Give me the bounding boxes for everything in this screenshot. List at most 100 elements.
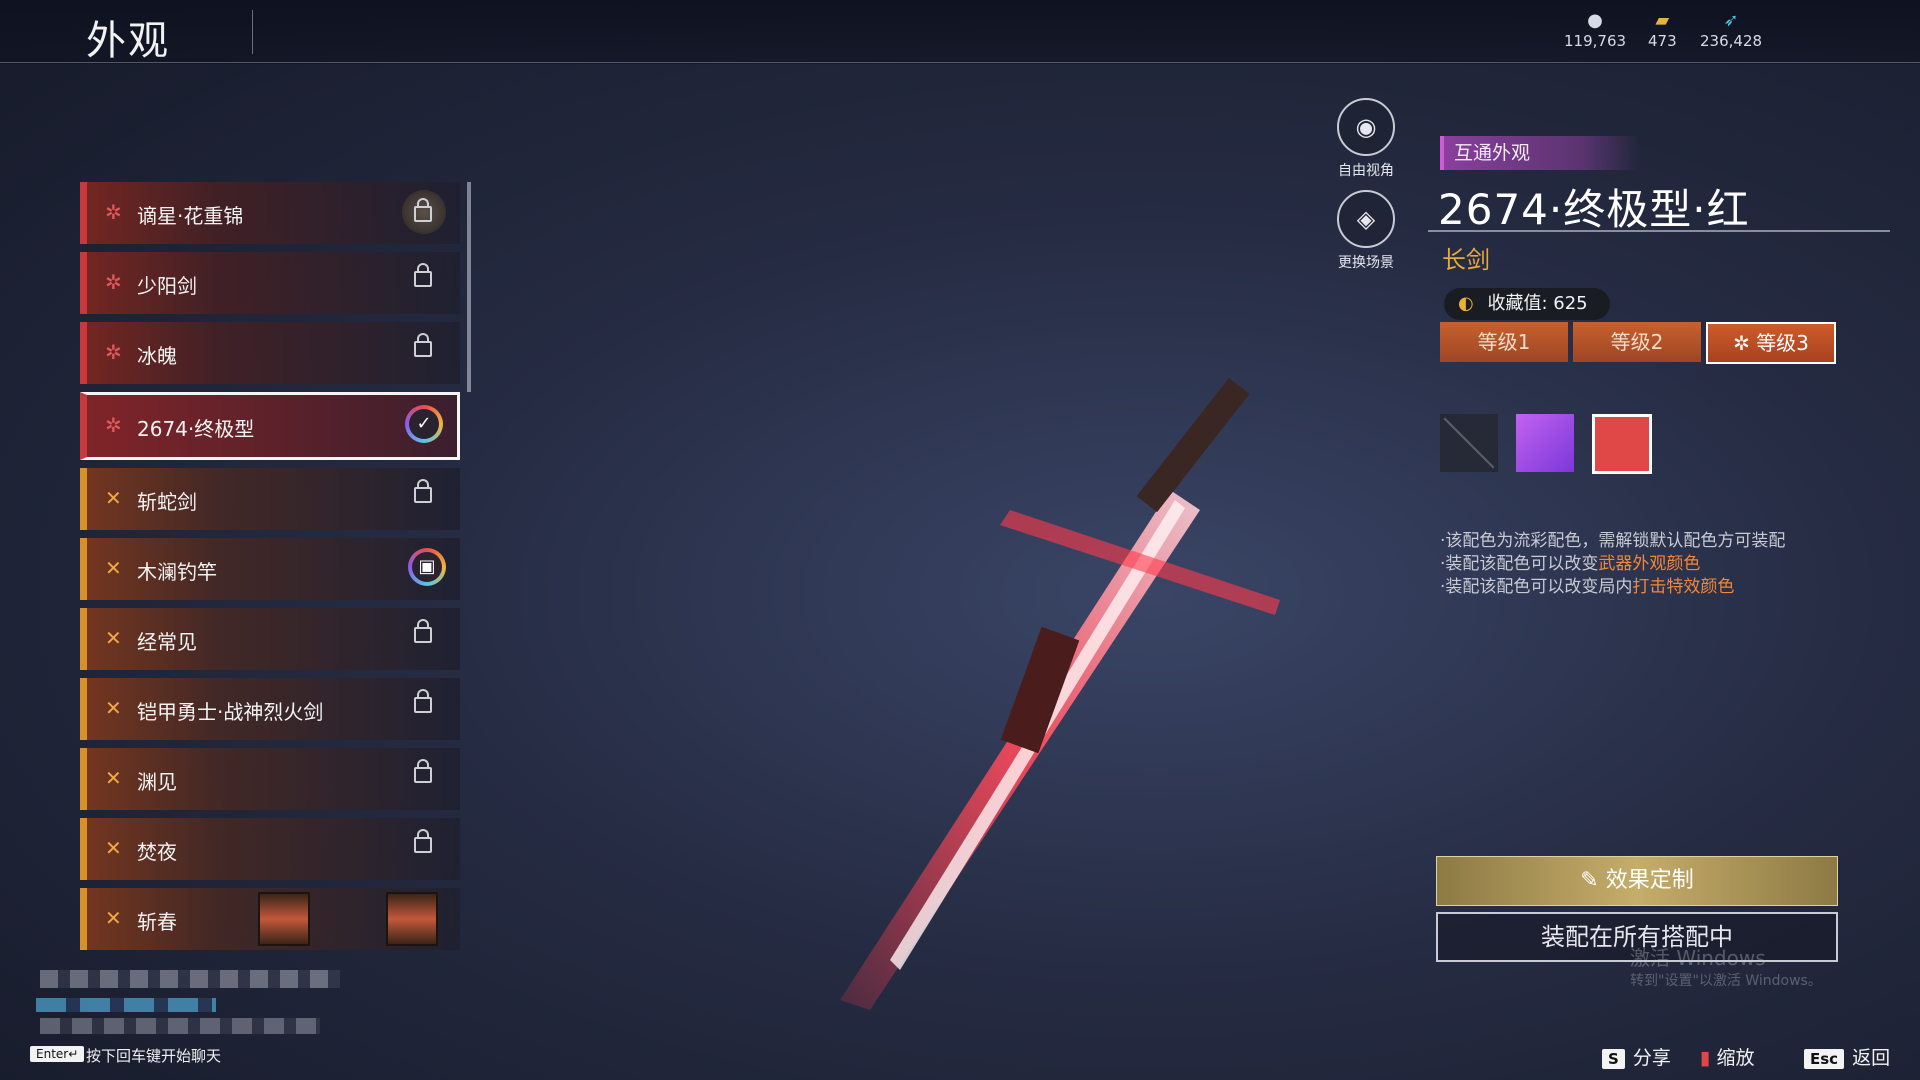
lock-icon xyxy=(414,198,432,222)
currency-feathers: ➶ 236,428 xyxy=(1700,10,1762,50)
zoom-label: 缩放 xyxy=(1716,1047,1755,1069)
lock-icon xyxy=(414,829,432,853)
top-bar xyxy=(0,0,1920,64)
tab-level-3[interactable]: ✲ 等级3 xyxy=(1706,322,1836,364)
note-highlight: 打击特效颜色 xyxy=(1632,577,1735,597)
collection-icon: ◐ xyxy=(1458,293,1474,314)
cross-star-icon: ✕ xyxy=(105,906,122,930)
tab-level-3-label: 等级3 xyxy=(1756,331,1809,355)
item-type: 长剑 xyxy=(1442,246,1490,274)
list-item[interactable]: ✲ 谪星·花重锦 xyxy=(80,182,460,244)
tab-level-2[interactable]: 等级2 xyxy=(1573,322,1701,362)
share-label: 分享 xyxy=(1632,1047,1671,1069)
cross-star-icon: ✕ xyxy=(105,836,122,860)
list-item-label: 斩蛇剑 xyxy=(137,490,197,514)
scene-icon: ◈ xyxy=(1337,190,1395,248)
star-icon: ✲ xyxy=(105,413,122,437)
list-item-selected[interactable]: ✲ 2674·终极型 ✓ xyxy=(80,392,460,460)
lock-icon xyxy=(414,479,432,503)
list-scrollbar[interactable] xyxy=(467,182,471,392)
list-item-label: 经常见 xyxy=(137,630,197,654)
mouse-icon: ▮ xyxy=(1700,1047,1717,1069)
currency-coins: ● 119,763 xyxy=(1564,10,1626,50)
note-highlight: 武器外观颜色 xyxy=(1598,554,1701,574)
zoom-hotkey[interactable]: ▮ 缩放 xyxy=(1700,1043,1755,1070)
list-item-label: 2674·终极型 xyxy=(137,417,255,441)
coin-icon: ● xyxy=(1587,10,1603,31)
list-item[interactable]: ✲ 少阳剑 xyxy=(80,252,460,314)
list-item[interactable]: ✕ 经常见 xyxy=(80,608,460,670)
check-ring-icon: ✓ xyxy=(405,405,443,443)
change-scene-label: 更换场景 xyxy=(1338,255,1394,271)
check-icon: ✓ xyxy=(409,409,439,439)
item-name: 2674·终极型·红 xyxy=(1438,185,1750,234)
camera-icon: ◉ xyxy=(1337,98,1395,156)
cross-star-icon: ✕ xyxy=(105,626,122,650)
star-icon: ✲ xyxy=(105,340,122,364)
list-item[interactable]: ✕ 焚夜 xyxy=(80,818,460,880)
note-line: ·装配该配色可以改变局内打击特效颜色 xyxy=(1440,576,1785,599)
tab-level-1[interactable]: 等级1 xyxy=(1440,322,1568,362)
star-icon: ✲ xyxy=(105,200,122,224)
lantern-icon xyxy=(386,892,438,946)
currency-value: 119,763 xyxy=(1564,32,1627,50)
lantern-icon xyxy=(258,892,310,946)
swatch-purple[interactable] xyxy=(1516,414,1574,472)
sword-preview[interactable] xyxy=(780,340,1400,1020)
list-item-label: 铠甲勇士·战神烈火剑 xyxy=(137,700,324,724)
back-label: 返回 xyxy=(1852,1047,1891,1069)
currency-value: 473 xyxy=(1648,32,1677,50)
appearance-list[interactable]: ✲ 谪星·花重锦 ✲ 少阳剑 ✲ 冰魄 ✲ 2674·终极型 ✓ ✕ 斩蛇剑 ✕… xyxy=(80,182,460,958)
chat-hint: 按下回车键开始聊天 xyxy=(86,1047,222,1065)
title-separator xyxy=(252,10,253,54)
activation-watermark: 激活 Windows xyxy=(1630,946,1766,970)
key-s: S xyxy=(1602,1049,1625,1069)
back-hotkey[interactable]: Esc 返回 xyxy=(1804,1043,1890,1070)
currency-tickets: ▰ 473 xyxy=(1648,10,1677,50)
badge-icon xyxy=(402,190,446,234)
activation-watermark-sub: 转到"设置"以激活 Windows。 xyxy=(1630,973,1822,989)
share-hotkey[interactable]: S 分享 xyxy=(1602,1043,1671,1070)
cross-star-icon: ✕ xyxy=(105,486,122,510)
lock-icon: ▣ xyxy=(412,552,442,582)
cross-star-icon: ✕ xyxy=(105,766,122,790)
note-line: ·该配色为流彩配色，需解锁默认配色方可装配 xyxy=(1440,530,1785,553)
lock-icon xyxy=(414,689,432,713)
list-item[interactable]: ✕ 木澜钓竿 ▣ xyxy=(80,538,460,600)
chat-line-blurred xyxy=(40,1018,320,1034)
collection-text: 收藏值: 625 xyxy=(1487,293,1588,314)
change-scene-button[interactable]: ◈ 更换场景 xyxy=(1321,190,1411,272)
star-icon: ✲ xyxy=(105,270,122,294)
cross-star-icon: ✕ xyxy=(105,556,122,580)
feather-icon: ➶ xyxy=(1723,10,1739,31)
swatch-red-selected[interactable] xyxy=(1592,414,1652,474)
lock-icon xyxy=(414,759,432,783)
page-title: 外观 xyxy=(86,18,170,64)
name-divider xyxy=(1428,230,1890,232)
list-item[interactable]: ✕ 斩春 xyxy=(80,888,460,950)
enter-key-icon: Enter↵ xyxy=(30,1046,85,1062)
list-item[interactable]: ✕ 斩蛇剑 xyxy=(80,468,460,530)
list-item[interactable]: ✲ 冰魄 xyxy=(80,322,460,384)
list-item-label: 谪星·花重锦 xyxy=(137,204,244,228)
note-text: ·装配该配色可以改变 xyxy=(1440,554,1599,574)
swatch-none[interactable] xyxy=(1440,414,1498,472)
list-item[interactable]: ✕ 铠甲勇士·战神烈火剑 xyxy=(80,678,460,740)
ticket-icon: ▰ xyxy=(1655,10,1670,31)
free-view-label: 自由视角 xyxy=(1338,163,1394,179)
list-item[interactable]: ✕ 渊见 xyxy=(80,748,460,810)
collection-value: ◐ 收藏值: 625 xyxy=(1444,288,1610,320)
free-view-button[interactable]: ◉ 自由视角 xyxy=(1321,98,1411,180)
chat-line-blurred xyxy=(36,998,216,1012)
color-notes: ·该配色为流彩配色，需解锁默认配色方可装配 ·装配该配色可以改变武器外观颜色 ·… xyxy=(1440,530,1785,599)
lock-icon xyxy=(414,619,432,643)
effect-custom-button[interactable]: ✎ 效果定制 xyxy=(1436,856,1838,906)
brush-icon: ✎ xyxy=(1580,868,1606,893)
note-line: ·装配该配色可以改变武器外观颜色 xyxy=(1440,553,1785,576)
list-item-label: 焚夜 xyxy=(137,840,177,864)
lock-ring-icon: ▣ xyxy=(408,548,446,586)
list-item-label: 冰魄 xyxy=(137,344,177,368)
list-item-label: 木澜钓竿 xyxy=(137,560,217,584)
note-text: ·该配色为流彩配色，需解锁默认配色方可装配 xyxy=(1440,531,1786,551)
list-item-label: 少阳剑 xyxy=(137,274,197,298)
